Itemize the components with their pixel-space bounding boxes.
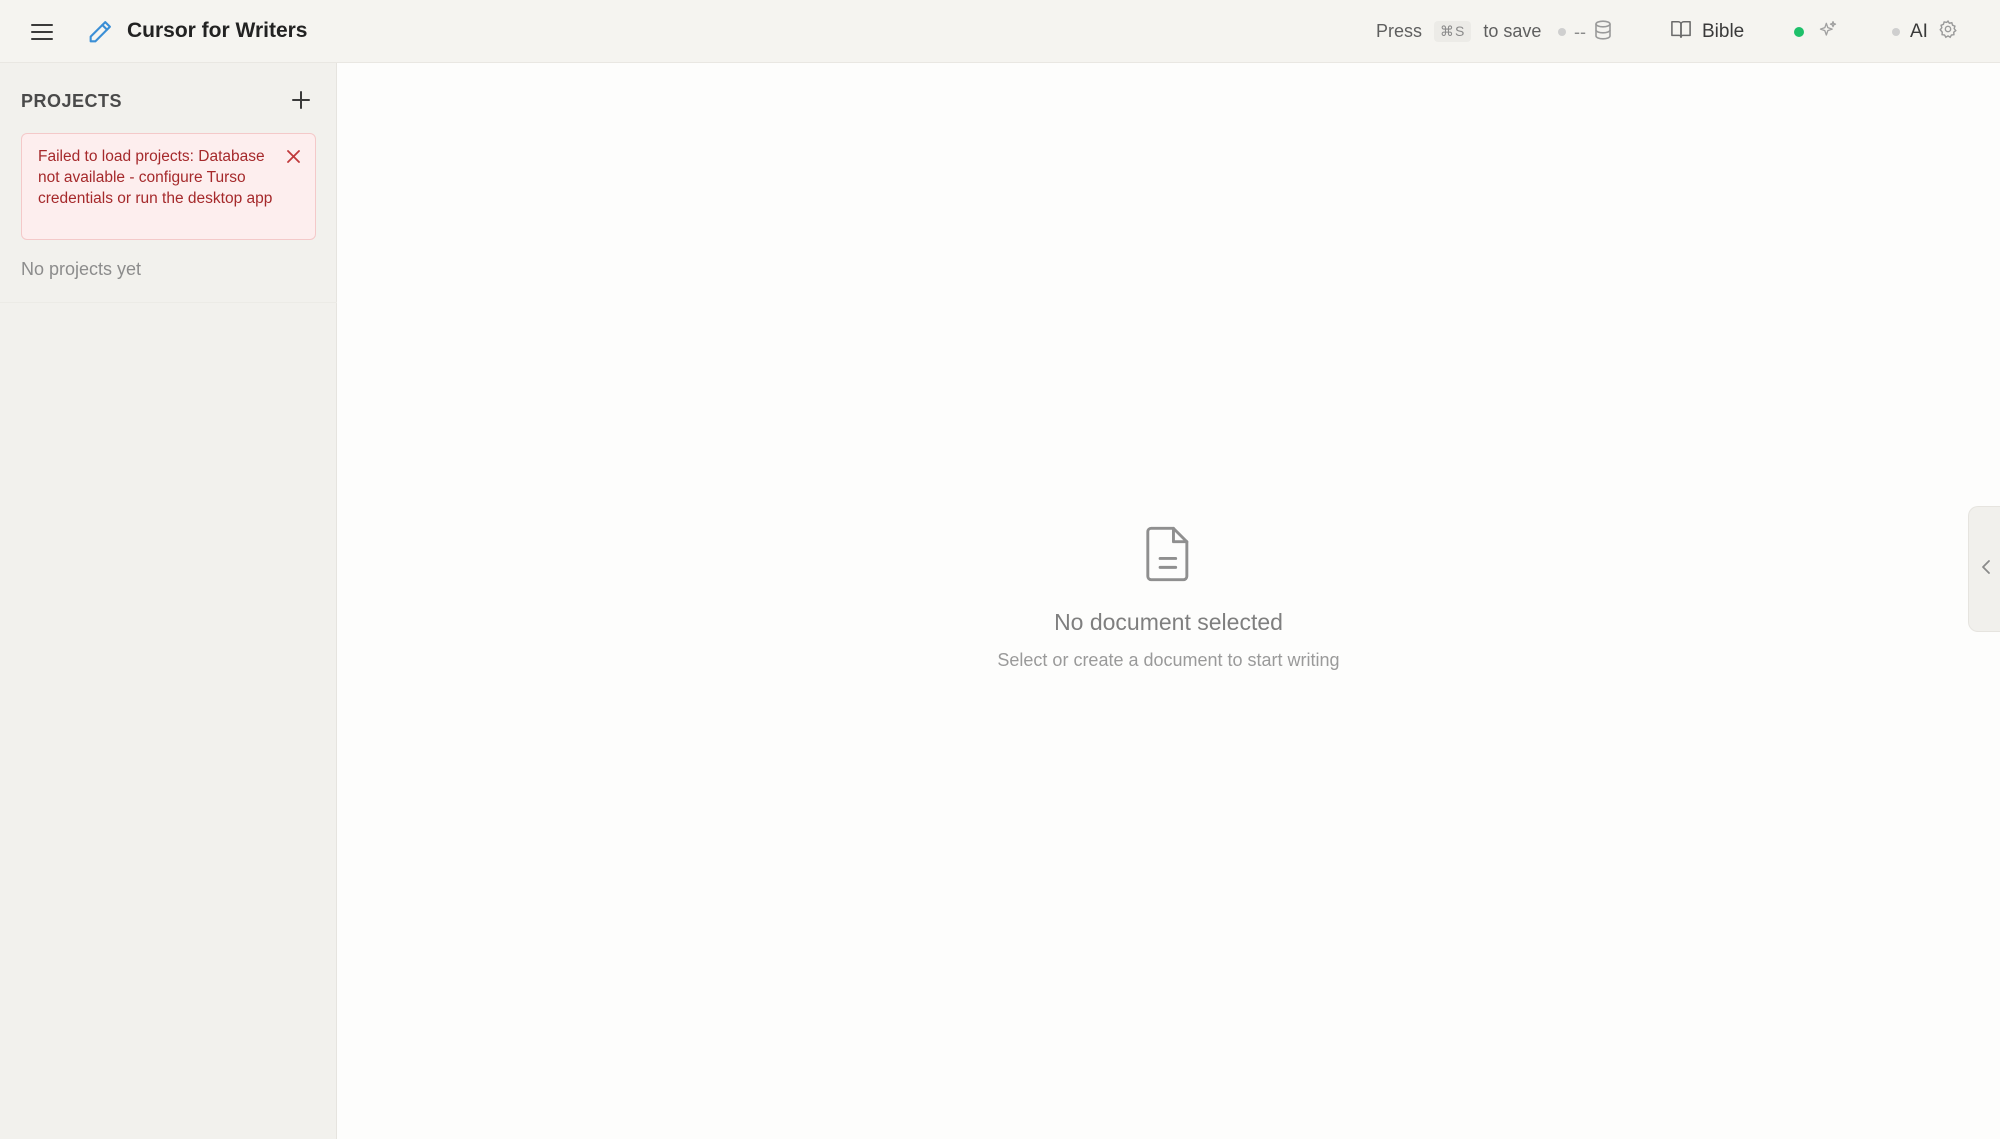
empty-state-title: No document selected bbox=[1054, 609, 1283, 635]
ai-settings-group[interactable]: AI bbox=[1892, 17, 1958, 47]
empty-state: No document selected Select or create a … bbox=[337, 525, 2000, 671]
hamburger-menu-icon[interactable] bbox=[26, 16, 58, 48]
app-title: Cursor for Writers bbox=[127, 19, 308, 42]
save-hint: Press ⌘S to save bbox=[1376, 21, 1541, 42]
sparkles-icon bbox=[1818, 20, 1838, 45]
bible-label: Bible bbox=[1702, 21, 1745, 42]
ai-status-dot bbox=[1892, 28, 1900, 36]
database-status[interactable]: -- bbox=[1558, 19, 1612, 45]
chevron-left-icon bbox=[1981, 559, 1991, 580]
right-panel-toggle[interactable] bbox=[1968, 506, 2000, 632]
db-status-dot bbox=[1558, 28, 1566, 36]
add-project-button[interactable] bbox=[286, 87, 316, 117]
close-icon[interactable] bbox=[283, 146, 303, 166]
ai-label: AI bbox=[1910, 21, 1928, 42]
error-alert: Failed to load projects: Database not av… bbox=[21, 133, 316, 240]
gear-icon[interactable] bbox=[1938, 19, 1958, 45]
database-icon bbox=[1594, 19, 1612, 45]
ai-online-dot bbox=[1794, 27, 1804, 37]
projects-heading: PROJECTS bbox=[21, 91, 123, 111]
empty-state-subtitle: Select or create a document to start wri… bbox=[997, 650, 1340, 670]
ai-assist-button[interactable] bbox=[1794, 17, 1838, 47]
sidebar: PROJECTS Failed to load projects: Databa… bbox=[0, 63, 337, 1139]
sidebar-divider bbox=[0, 302, 337, 303]
plus-icon bbox=[292, 90, 310, 114]
bible-button[interactable]: Bible bbox=[1670, 17, 1744, 47]
save-shortcut-key: ⌘S bbox=[1434, 21, 1472, 42]
no-projects-text: No projects yet bbox=[21, 259, 142, 279]
editor-area: No document selected Select or create a … bbox=[337, 63, 2000, 1139]
db-status-text: -- bbox=[1574, 21, 1586, 42]
file-text-icon bbox=[1143, 525, 1195, 583]
error-message: Failed to load projects: Database not av… bbox=[38, 148, 273, 207]
save-hint-prefix: Press bbox=[1376, 21, 1423, 41]
save-hint-suffix: to save bbox=[1483, 21, 1542, 41]
pencil-icon bbox=[84, 16, 116, 48]
book-open-icon bbox=[1670, 19, 1692, 45]
top-bar: Cursor for Writers Press ⌘S to save -- B… bbox=[0, 0, 2000, 63]
app-window: Cursor for Writers Press ⌘S to save -- B… bbox=[0, 0, 2000, 1139]
